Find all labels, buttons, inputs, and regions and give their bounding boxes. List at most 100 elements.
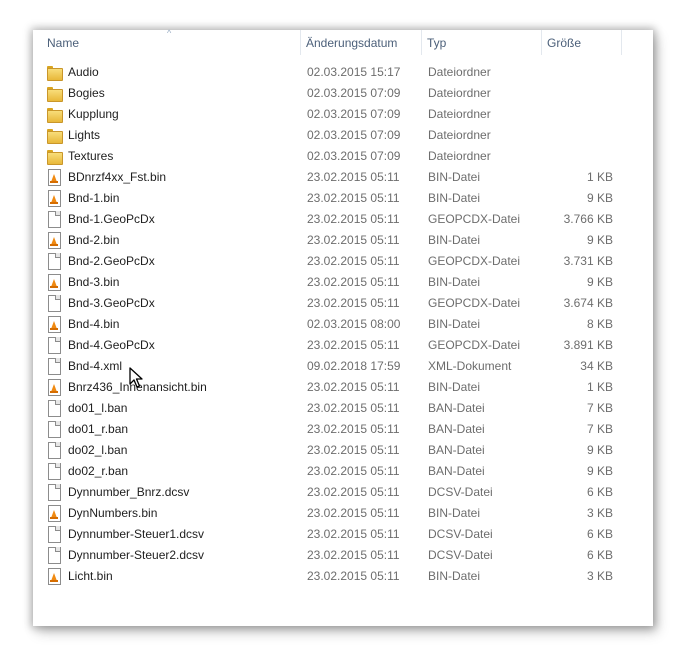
- file-name: Bogies: [68, 85, 105, 100]
- file-name: Bnd-4.GeoPcDx: [68, 337, 155, 352]
- file-type: GEOPCDX-Datei: [428, 337, 521, 352]
- file-name: Dynnumber_Bnrz.dcsv: [68, 484, 190, 499]
- file-row[interactable]: do01_l.ban 23.02.2015 05:11 BAN-Datei 7 KB: [33, 397, 653, 418]
- column-header-size[interactable]: Größe: [542, 30, 622, 55]
- file-row[interactable]: do02_l.ban 23.02.2015 05:11 BAN-Datei 9 KB: [33, 439, 653, 460]
- vlc-file-icon: [47, 378, 61, 396]
- file-name: Bnd-1.bin: [68, 190, 120, 205]
- folder-icon: [47, 106, 63, 123]
- modified-date: 23.02.2015 05:11: [307, 505, 400, 520]
- file-row[interactable]: DynNumbers.bin 23.02.2015 05:11 BIN-Datei 3…: [33, 502, 653, 523]
- folder-row[interactable]: Lights 02.03.2015 07:09 Dateiordner: [33, 124, 653, 145]
- file-row[interactable]: do02_r.ban 23.02.2015 05:11 BAN-Datei 9 KB: [33, 460, 653, 481]
- file-size: 7 KB: [586, 421, 613, 436]
- vlc-file-icon: [47, 315, 61, 333]
- file-row[interactable]: Bnd-1.GeoPcDx 23.02.2015 05:11 GEOPCDX-Dat…: [33, 208, 653, 229]
- file-type: Dateiordner: [428, 85, 491, 100]
- name-cell: do01_l.ban: [33, 399, 301, 417]
- modified-date: 02.03.2015 08:00: [307, 316, 401, 331]
- modified-date: 23.02.2015 05:11: [307, 190, 400, 205]
- file-icon: [47, 210, 61, 228]
- column-header-type[interactable]: Typ: [422, 30, 542, 55]
- file-row[interactable]: Bnd-3.GeoPcDx 23.02.2015 05:11 GEOPCDX-Dat…: [33, 292, 653, 313]
- file-size: 34 KB: [580, 358, 613, 373]
- name-cell: DynNumbers.bin: [33, 504, 301, 522]
- file-row[interactable]: do01_r.ban 23.02.2015 05:11 BAN-Datei 7 KB: [33, 418, 653, 439]
- file-icon: [47, 462, 61, 480]
- file-icon: [47, 525, 61, 543]
- file-row[interactable]: Bnd-4.bin 02.03.2015 08:00 BIN-Datei 8 KB: [33, 313, 653, 334]
- file-row[interactable]: Bnd-3.bin 23.02.2015 05:11 BIN-Datei 9 KB: [33, 271, 653, 292]
- file-type: DCSV-Datei: [428, 526, 493, 541]
- file-size: 7 KB: [586, 400, 613, 415]
- modified-date: 23.02.2015 05:11: [307, 568, 400, 583]
- name-cell: do01_r.ban: [33, 420, 301, 438]
- modified-date: 02.03.2015 07:09: [307, 148, 401, 163]
- modified-date: 23.02.2015 05:11: [307, 379, 400, 394]
- file-type: Dateiordner: [428, 106, 491, 121]
- file-type: BAN-Datei: [428, 463, 485, 478]
- modified-date: 23.02.2015 05:11: [307, 274, 400, 289]
- file-row[interactable]: Bnd-2.bin 23.02.2015 05:11 BIN-Datei 9 KB: [33, 229, 653, 250]
- modified-date: 23.02.2015 05:11: [307, 442, 400, 457]
- name-cell: Licht.bin: [33, 567, 301, 585]
- file-size: 3.674 KB: [563, 295, 613, 310]
- name-cell: Bnd-1.bin: [33, 189, 301, 207]
- file-row[interactable]: Bnd-4.GeoPcDx 23.02.2015 05:11 GEOPCDX-Dat…: [33, 334, 653, 355]
- file-icon: [47, 294, 61, 312]
- folder-row[interactable]: Bogies 02.03.2015 07:09 Dateiordner: [33, 82, 653, 103]
- file-icon: [47, 357, 61, 375]
- file-size: 9 KB: [586, 442, 613, 457]
- column-header-date[interactable]: Änderungsdatum: [301, 30, 422, 55]
- file-size: 3.766 KB: [563, 211, 613, 226]
- vlc-file-icon: [47, 189, 61, 207]
- file-type: BIN-Datei: [428, 379, 481, 394]
- file-size: 9 KB: [586, 463, 613, 478]
- modified-date: 23.02.2015 05:11: [307, 253, 400, 268]
- folder-icon: [47, 127, 63, 144]
- column-header-type-label: Typ: [427, 35, 447, 50]
- sort-ascending-icon: ^: [167, 28, 172, 38]
- file-type: DCSV-Datei: [428, 484, 493, 499]
- file-type: BIN-Datei: [428, 568, 481, 583]
- vlc-file-icon: [47, 504, 61, 522]
- folder-row[interactable]: Audio 02.03.2015 15:17 Dateiordner: [33, 61, 653, 82]
- file-row[interactable]: Bnrz436_Innenansicht.bin 23.02.2015 05:11…: [33, 376, 653, 397]
- column-header-name[interactable]: ^ Name: [33, 28, 301, 55]
- name-cell: Bnd-1.GeoPcDx: [33, 210, 301, 228]
- file-icon: [47, 546, 61, 564]
- modified-date: 09.02.2018 17:59: [307, 358, 401, 373]
- file-name: do01_r.ban: [68, 421, 129, 436]
- name-cell: Textures: [33, 148, 301, 165]
- file-row[interactable]: Bnd-4.xml 09.02.2018 17:59 XML-Dokument 34 …: [33, 355, 653, 376]
- name-cell: Bnd-3.bin: [33, 273, 301, 291]
- file-size: 6 KB: [586, 484, 613, 499]
- folder-row[interactable]: Textures 02.03.2015 07:09 Dateiordner: [33, 145, 653, 166]
- vlc-file-icon: [47, 273, 61, 291]
- file-name: BDnrzf4xx_Fst.bin: [68, 169, 167, 184]
- vlc-file-icon: [47, 567, 61, 585]
- file-type: GEOPCDX-Datei: [428, 253, 521, 268]
- file-row[interactable]: Dynnumber-Steuer2.dcsv 23.02.2015 05:11 DC…: [33, 544, 653, 565]
- file-size: 3.731 KB: [563, 253, 613, 268]
- folder-row[interactable]: Kupplung 02.03.2015 07:09 Dateiordner: [33, 103, 653, 124]
- folder-icon: [47, 85, 63, 102]
- file-row[interactable]: Bnd-2.GeoPcDx 23.02.2015 05:11 GEOPCDX-Dat…: [33, 250, 653, 271]
- file-type: BIN-Datei: [428, 232, 481, 247]
- modified-date: 23.02.2015 05:11: [307, 211, 400, 226]
- name-cell: Dynnumber_Bnrz.dcsv: [33, 483, 301, 501]
- file-name: do02_l.ban: [68, 442, 128, 457]
- file-type: BIN-Datei: [428, 505, 481, 520]
- modified-date: 02.03.2015 07:09: [307, 106, 401, 121]
- name-cell: Bogies: [33, 85, 301, 102]
- file-name: Textures: [68, 148, 114, 163]
- file-row[interactable]: Dynnumber_Bnrz.dcsv 23.02.2015 05:11 DCSV-…: [33, 481, 653, 502]
- file-name: do01_l.ban: [68, 400, 128, 415]
- file-icon: [47, 441, 61, 459]
- file-row[interactable]: Dynnumber-Steuer1.dcsv 23.02.2015 05:11 DC…: [33, 523, 653, 544]
- file-row[interactable]: BDnrzf4xx_Fst.bin 23.02.2015 05:11 BIN-Dat…: [33, 166, 653, 187]
- file-row[interactable]: Bnd-1.bin 23.02.2015 05:11 BIN-Datei 9 KB: [33, 187, 653, 208]
- name-cell: Bnd-4.bin: [33, 315, 301, 333]
- file-row[interactable]: Licht.bin 23.02.2015 05:11 BIN-Datei 3 KB: [33, 565, 653, 586]
- modified-date: 23.02.2015 05:11: [307, 463, 400, 478]
